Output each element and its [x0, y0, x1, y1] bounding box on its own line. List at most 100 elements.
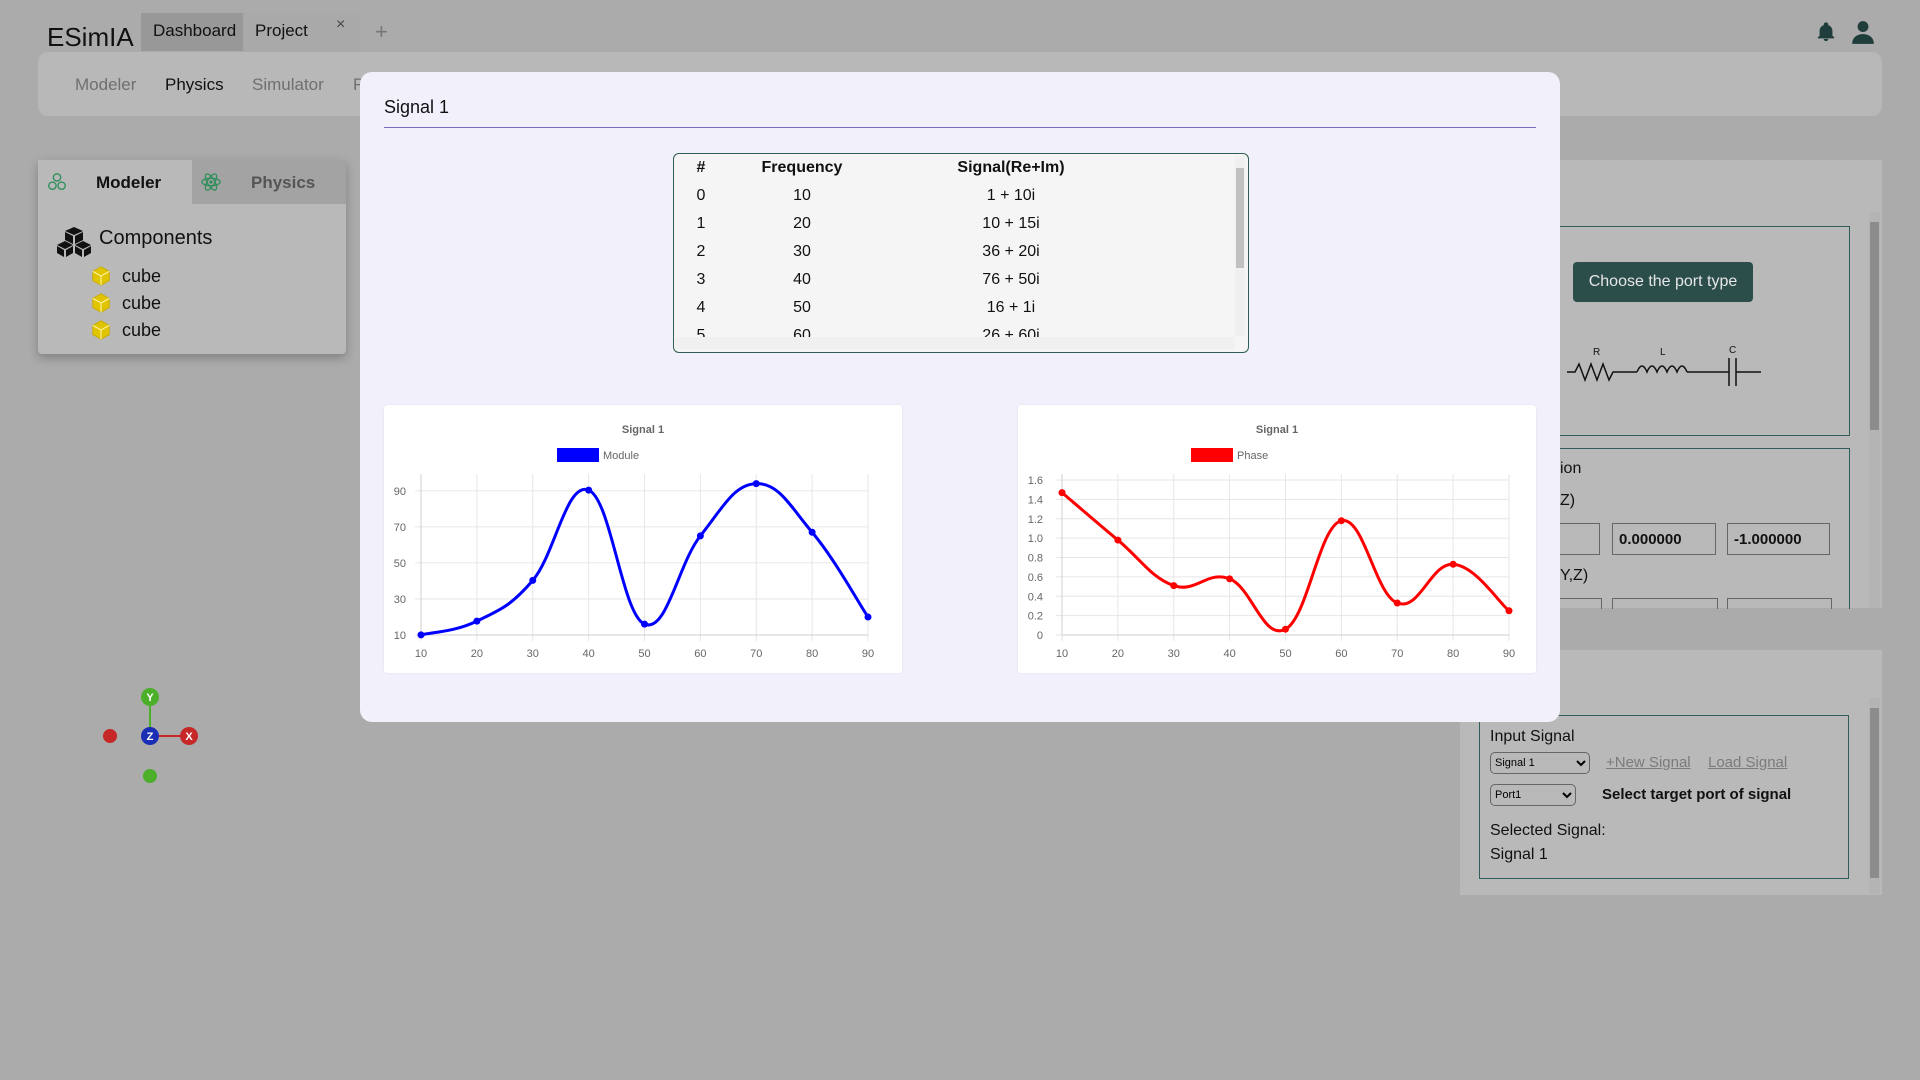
port-select[interactable]: Port1 [1490, 784, 1576, 806]
signal-table: # Frequency Signal(Re+Im) 0 10 1 + 10i 1 20… [674, 154, 1146, 350]
legend-swatch[interactable] [557, 448, 599, 462]
data-point[interactable] [696, 532, 704, 540]
data-point[interactable] [417, 631, 425, 639]
selected-signal-value: Signal 1 [1490, 846, 1548, 863]
panel-scrollbar-thumb[interactable] [1870, 222, 1879, 430]
y-tick-label: 0.8 [1028, 553, 1043, 565]
component-label: cube [122, 293, 162, 313]
axis-x-label: X [185, 731, 193, 743]
data-point[interactable] [1226, 575, 1234, 583]
y-tick-label: 1.6 [1028, 475, 1043, 487]
x-tick-label: 80 [1447, 648, 1459, 660]
tab-physics-label: Physics [251, 173, 316, 192]
component-item[interactable]: cube [90, 292, 290, 316]
coord-label-partial: Z) [1560, 492, 1576, 509]
cell-signal: 16 + 1i [986, 299, 1036, 316]
signal-table-container[interactable]: # Frequency Signal(Re+Im) 0 10 1 + 10i 1 20… [673, 153, 1249, 353]
modal-divider [384, 127, 1536, 128]
cell-signal: 10 + 15i [982, 215, 1040, 232]
axis-neg-y[interactable] [143, 769, 157, 783]
cell-index: 4 [696, 299, 706, 316]
tab-physics[interactable]: Physics [192, 160, 346, 204]
data-point[interactable] [1449, 560, 1457, 568]
nav-physics[interactable]: Physics [165, 75, 224, 95]
selected-signal-label: Selected Signal: [1490, 822, 1606, 839]
signal-select[interactable]: Signal 1 [1490, 752, 1590, 774]
x-tick-label: 50 [638, 648, 650, 660]
y-tick-label: 0.2 [1028, 611, 1043, 623]
atom-icon [201, 173, 221, 191]
inductor-label: L [1660, 347, 1666, 358]
tab-modeler[interactable]: Modeler [38, 160, 192, 204]
data-point[interactable] [1170, 582, 1178, 590]
y-tick-label: 70 [394, 522, 406, 534]
data-point[interactable] [1393, 599, 1401, 607]
column-header-index: # [696, 159, 706, 176]
data-point[interactable] [752, 480, 760, 488]
data-point[interactable] [473, 617, 481, 625]
data-point[interactable] [641, 620, 648, 628]
table-row: 2 30 36 + 20i [674, 238, 1146, 266]
nav-modeler[interactable]: Modeler [75, 75, 136, 95]
table-horizontal-scrollbar[interactable] [675, 337, 1235, 349]
x-tick-label: 40 [583, 648, 595, 660]
x-tick-label: 70 [750, 648, 762, 660]
cell-frequency: 40 [793, 271, 811, 288]
x-tick-label: 90 [1503, 648, 1515, 660]
table-row: 3 40 76 + 50i [674, 266, 1146, 294]
coord-input-partial[interactable] [1612, 598, 1718, 609]
data-point[interactable] [808, 528, 816, 536]
input-signal-label: Input Signal [1490, 728, 1575, 745]
cell-index: 1 [696, 215, 706, 232]
chart-title: Signal 1 [1256, 424, 1298, 436]
data-point[interactable] [585, 486, 593, 494]
phase-chart: Signal 1 Phase 0 0.2 0.4 0.6 0.8 1.0 1.2 1.4 1.6 10… [1028, 424, 1515, 660]
y-tick-label: 0.4 [1028, 591, 1043, 603]
user-account-icon[interactable] [1850, 19, 1876, 45]
choose-port-type-button[interactable]: Choose the port type [1573, 262, 1753, 302]
x-tick-label: 70 [1391, 648, 1403, 660]
legend-swatch[interactable] [1191, 448, 1233, 462]
data-point[interactable] [864, 613, 872, 621]
component-item[interactable]: cube [90, 319, 290, 343]
x-tick-label: 40 [1224, 648, 1236, 660]
x-tick-label: 20 [471, 648, 483, 660]
y-tick-label: 30 [394, 594, 406, 606]
data-point[interactable] [1505, 607, 1513, 615]
coord-z-input[interactable]: -1.000000 [1727, 523, 1830, 555]
panel-scrollbar-thumb[interactable] [1870, 708, 1879, 878]
tab-dashboard[interactable]: Dashboard [141, 13, 243, 51]
add-tab-icon[interactable]: + [375, 19, 388, 45]
modeler-icon [48, 173, 66, 191]
cell-index: 2 [696, 243, 706, 260]
nav-simulator[interactable]: Simulator [252, 75, 324, 95]
component-item[interactable]: cube [90, 265, 290, 289]
legend-label[interactable]: Phase [1237, 450, 1268, 462]
x-tick-label: 10 [1056, 648, 1068, 660]
notification-bell-icon[interactable] [1815, 21, 1837, 43]
cell-index: 3 [696, 271, 706, 288]
component-label: cube [122, 320, 162, 340]
cell-frequency: 20 [793, 215, 811, 232]
data-point[interactable] [1282, 625, 1289, 633]
coord-input-partial[interactable] [1727, 598, 1832, 609]
data-point[interactable] [1058, 489, 1066, 497]
x-tick-label: 30 [527, 648, 539, 660]
y-tick-label: 10 [394, 630, 406, 642]
app-brand: ESimIA [47, 22, 134, 52]
load-signal-link[interactable]: Load Signal [1708, 754, 1787, 771]
data-point[interactable] [529, 576, 537, 584]
axis-neg-x[interactable] [103, 729, 117, 743]
target-port-label: Select target port of signal [1602, 786, 1792, 803]
coord-label-partial-2: Y,Z) [1560, 567, 1589, 584]
new-signal-link[interactable]: +New Signal [1606, 754, 1691, 771]
axes-gizmo[interactable]: Y X Z [95, 680, 215, 790]
table-scrollbar-thumb[interactable] [1236, 168, 1244, 268]
data-point[interactable] [1337, 517, 1345, 525]
tab-close-icon[interactable]: × [336, 16, 345, 34]
data-point[interactable] [1114, 536, 1122, 544]
cell-index: 0 [696, 187, 706, 204]
legend-label[interactable]: Module [603, 450, 639, 462]
column-header-signal: Signal(Re+Im) [957, 159, 1065, 176]
coord-y-input[interactable]: 0.000000 [1612, 523, 1716, 555]
